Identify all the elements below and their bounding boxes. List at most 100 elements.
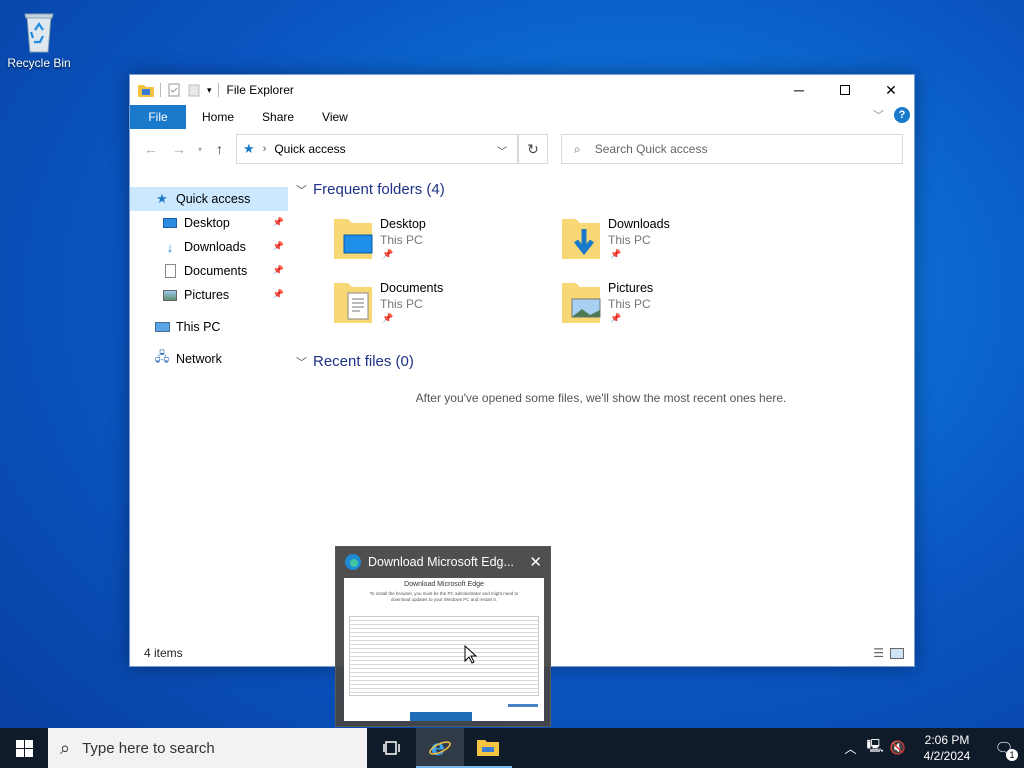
desktop-folder-icon xyxy=(334,219,373,259)
preview-title: Download Microsoft Edg... xyxy=(368,555,514,569)
folder-tile-documents[interactable]: Documents This PC 📌 xyxy=(332,279,552,339)
star-icon: ★ xyxy=(156,191,168,206)
recent-files-header[interactable]: ﹀ Recent files (0) xyxy=(296,353,414,370)
search-icon: ⌕ xyxy=(60,737,71,758)
tab-view[interactable]: View xyxy=(308,105,362,129)
task-view-button[interactable] xyxy=(368,728,416,768)
pin-icon: 📌 xyxy=(610,249,622,259)
back-arrow-icon[interactable]: ← xyxy=(144,141,158,157)
tab-home[interactable]: Home xyxy=(186,105,248,129)
desktop-icon xyxy=(162,215,178,231)
details-view-icon[interactable]: ☰ xyxy=(873,646,884,660)
sidebar-item-label: Quick access xyxy=(176,192,251,206)
recent-locations-icon[interactable]: ▾ xyxy=(198,145,202,154)
folder-location: This PC xyxy=(380,233,423,247)
system-clock[interactable]: 2:06 PM 4/2/2024 xyxy=(916,732,978,764)
sidebar-item-this-pc[interactable]: This PC xyxy=(130,315,288,339)
edge-window-preview[interactable]: Download Microsoft Edg... ✕ Download Mic… xyxy=(335,546,551,727)
pin-icon: 📌 xyxy=(382,249,394,259)
taskbar: ⌕ Type here to search e ︿ 🖳 🔇 2:06 PM 4/… xyxy=(0,728,1024,768)
folder-location: This PC xyxy=(380,297,423,311)
license-terms-box xyxy=(349,616,539,696)
notification-count-badge: 1 xyxy=(1006,749,1018,761)
start-button[interactable] xyxy=(0,728,48,768)
address-dropdown-icon[interactable]: ﹀ xyxy=(497,143,507,158)
maximize-button[interactable] xyxy=(822,75,868,105)
help-icon[interactable]: ? xyxy=(894,107,910,123)
preview-page-thumbnail: Download Microsoft Edge To install the b… xyxy=(344,578,544,721)
internet-explorer-icon: e xyxy=(429,735,451,759)
taskbar-file-explorer-button[interactable] xyxy=(464,728,512,768)
quick-access-toolbar: ▾ xyxy=(130,83,219,97)
preview-page-heading: Download Microsoft Edge xyxy=(404,581,484,588)
chevron-down-icon: ﹀ xyxy=(296,356,307,369)
close-button[interactable]: ✕ xyxy=(868,75,914,105)
sidebar-item-desktop[interactable]: Desktop 📌 xyxy=(130,211,288,235)
navigation-pane: ★ Quick access Desktop 📌 ↓ Downloads 📌 D… xyxy=(130,187,288,642)
network-status-icon[interactable]: 🖳 xyxy=(866,737,883,759)
folder-location: This PC xyxy=(608,233,651,247)
folder-tile-desktop[interactable]: Desktop This PC 📌 xyxy=(332,215,552,275)
show-hidden-icons-chevron-icon[interactable]: ︿ xyxy=(844,740,856,757)
computer-icon xyxy=(154,319,170,335)
search-input[interactable]: ⌕ Search Quick access xyxy=(561,134,903,164)
sidebar-item-label: Downloads xyxy=(184,240,246,254)
ribbon-right: ﹀ ? xyxy=(873,107,910,123)
view-toggle: ☰ xyxy=(873,646,904,660)
recycle-bin-label: Recycle Bin xyxy=(7,56,71,70)
properties-icon[interactable] xyxy=(167,83,181,97)
volume-muted-icon[interactable]: 🔇 xyxy=(890,740,906,756)
refresh-button[interactable]: ↻ xyxy=(518,134,548,164)
chevron-down-icon: ﹀ xyxy=(296,184,307,197)
sidebar-item-pictures[interactable]: Pictures 📌 xyxy=(130,283,288,307)
new-folder-icon[interactable] xyxy=(187,83,201,97)
customize-toolbar-icon[interactable]: ▾ xyxy=(207,85,212,96)
preview-close-icon[interactable]: ✕ xyxy=(529,553,542,571)
document-icon xyxy=(162,263,178,279)
pictures-icon xyxy=(162,287,178,303)
folder-name: Pictures xyxy=(608,281,654,295)
recycle-bin-desktop-icon[interactable]: Recycle Bin xyxy=(6,8,72,70)
forward-arrow-icon[interactable]: → xyxy=(172,141,186,157)
folder-tile-downloads[interactable]: Downloads This PC 📌 xyxy=(560,215,780,275)
search-icon: ⌕ xyxy=(574,141,581,156)
mouse-cursor-icon xyxy=(464,645,478,664)
sidebar-item-label: Documents xyxy=(184,264,248,278)
sidebar-item-label: Pictures xyxy=(184,288,230,302)
clock-time: 2:06 PM xyxy=(924,733,970,747)
frequent-folders-header[interactable]: ﹀ Frequent folders (4) xyxy=(296,181,445,198)
folder-app-icon xyxy=(138,85,154,97)
system-tray: ︿ 🖳 🔇 2:06 PM 4/2/2024 🗨 1 xyxy=(844,728,1024,768)
group-title: Recent files (0) xyxy=(313,353,414,370)
sidebar-item-downloads[interactable]: ↓ Downloads 📌 xyxy=(130,235,288,259)
pin-icon: 📌 xyxy=(382,313,394,323)
tab-share[interactable]: Share xyxy=(248,105,308,129)
toolbar-divider xyxy=(160,83,161,97)
address-bar[interactable]: ★ › Quick access ﹀ xyxy=(236,134,518,164)
breadcrumb-separator: › xyxy=(262,143,267,155)
navigation-bar: ← → ▾ ↑ ★ › Quick access ﹀ ↻ ⌕ Search Qu… xyxy=(130,133,914,165)
window-title: File Explorer xyxy=(226,83,294,97)
sidebar-item-documents[interactable]: Documents 📌 xyxy=(130,259,288,283)
clock-date: 4/2/2024 xyxy=(923,749,971,763)
sidebar-item-label: Network xyxy=(176,352,222,366)
accept-download-button xyxy=(410,712,472,721)
pictures-folder-icon xyxy=(562,283,601,323)
action-center-button[interactable]: 🗨 1 xyxy=(984,728,1024,768)
large-icons-view-icon[interactable] xyxy=(890,648,904,659)
folder-tile-pictures[interactable]: Pictures This PC 📌 xyxy=(560,279,780,339)
toolbar-divider xyxy=(217,83,219,97)
up-arrow-icon[interactable]: ↑ xyxy=(216,141,223,157)
tab-file[interactable]: File xyxy=(130,105,186,129)
sidebar-item-quick-access[interactable]: ★ Quick access xyxy=(130,187,288,211)
taskbar-search-box[interactable]: ⌕ Type here to search xyxy=(48,728,367,768)
expand-ribbon-icon[interactable]: ﹀ xyxy=(873,107,884,123)
sidebar-item-network[interactable]: 🖧 Network xyxy=(130,347,288,371)
taskbar-edge-button[interactable]: e xyxy=(416,728,464,768)
sidebar-item-label: Desktop xyxy=(184,216,230,230)
pin-icon: 📌 xyxy=(272,217,284,227)
download-arrow-icon: ↓ xyxy=(166,239,174,255)
title-bar[interactable]: ▾ File Explorer ─ ✕ xyxy=(130,75,914,105)
address-text: Quick access xyxy=(274,142,346,156)
minimize-button[interactable]: ─ xyxy=(776,75,822,105)
